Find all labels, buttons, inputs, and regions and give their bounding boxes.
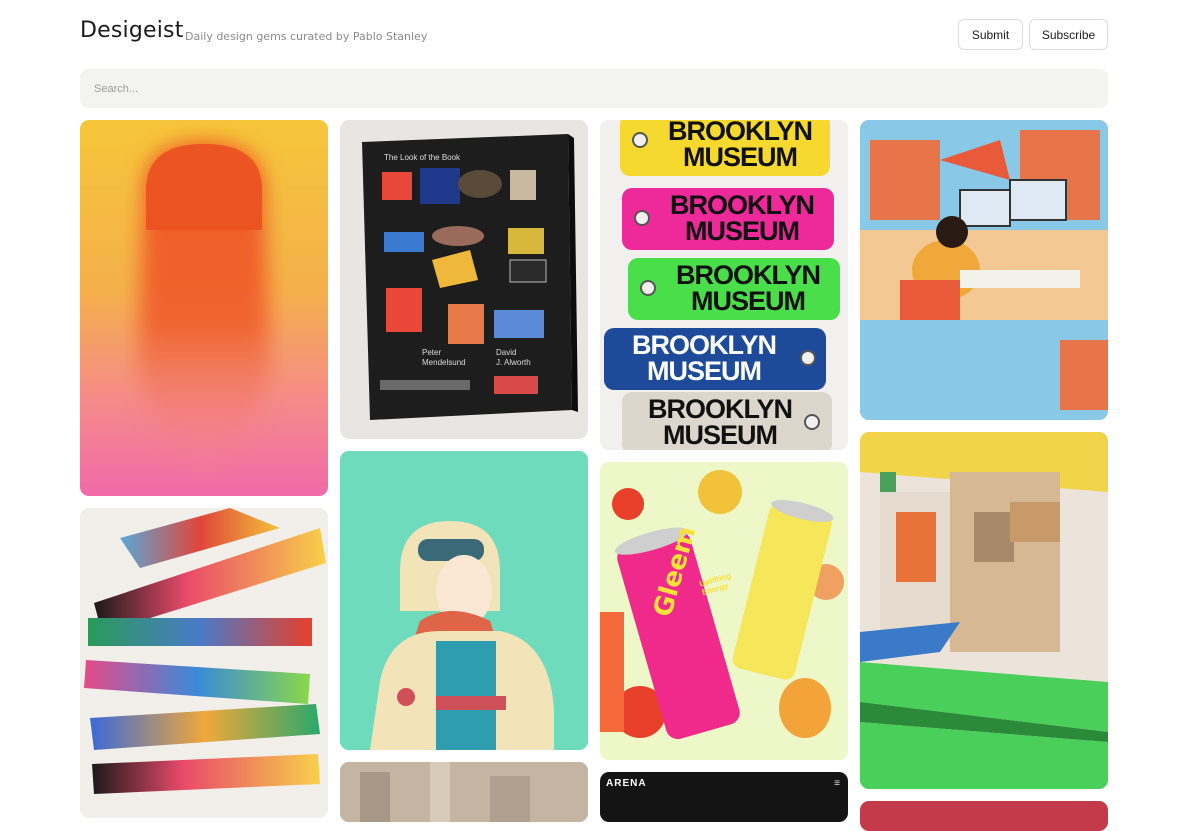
site-logo[interactable]: Desigeist xyxy=(80,18,184,43)
keychain-line-1: BROOKLYN xyxy=(675,260,821,290)
book-author-2: David J. Alworth xyxy=(496,348,531,367)
book-image xyxy=(362,134,578,420)
workstation-image xyxy=(860,120,1108,420)
gallery-card-aviator-girl[interactable] xyxy=(340,451,588,750)
energy-cans-image xyxy=(600,462,848,760)
gallery-card-workstation-illustration[interactable] xyxy=(860,120,1108,420)
keychain-line-1: BROOKLYN xyxy=(647,394,793,424)
site-tagline: Daily design gems curated by Pablo Stanl… xyxy=(185,30,428,43)
gallery-card-interior[interactable] xyxy=(860,432,1108,789)
gallery-card-gradient-sun[interactable] xyxy=(80,120,328,496)
submit-button[interactable]: Submit xyxy=(958,19,1023,50)
gallery-card-cafe[interactable] xyxy=(340,762,588,822)
keychain-green-text: BROOKLYN MUSEUM xyxy=(658,260,838,316)
search-input[interactable] xyxy=(92,81,1108,96)
gallery-card-brooklyn-keychains[interactable]: BROOKLYN MUSEUM BROOKLYN MUSEUM BROOKLYN… xyxy=(600,120,848,450)
keychain-yellow-text: BROOKLYN MUSEUM xyxy=(650,120,830,172)
keychain-line-1: BROOKLYN xyxy=(669,190,815,220)
site-header: Desigeist Daily design gems curated by P… xyxy=(80,18,1108,52)
keychain-line-2: MUSEUM xyxy=(663,420,778,450)
interior-image xyxy=(860,432,1108,789)
gallery-card-ribbons[interactable] xyxy=(80,508,328,818)
gallery-card-book[interactable]: The Look of the Book Peter Mendelsund Da… xyxy=(340,120,588,439)
keychain-line-1: BROOKLYN xyxy=(667,120,813,146)
keychain-blue-text: BROOKLYN MUSEUM xyxy=(614,330,794,386)
aviator-girl-image xyxy=(340,451,588,750)
keychain-line-2: MUSEUM xyxy=(683,142,798,172)
gradient-sun-image xyxy=(80,120,328,496)
gallery-card-energy-cans[interactable]: Gleem Uplifting Energy xyxy=(600,462,848,760)
gallery-card-arena[interactable]: ARENA ≡ xyxy=(600,772,848,822)
subscribe-button[interactable]: Subscribe xyxy=(1029,19,1108,50)
keychain-pink-text: BROOKLYN MUSEUM xyxy=(652,190,832,246)
book-author-1: Peter Mendelsund xyxy=(422,348,466,367)
search-bar[interactable] xyxy=(80,69,1108,108)
ribbons-image xyxy=(84,508,326,794)
keychain-line-2: MUSEUM xyxy=(685,216,800,246)
keychain-line-1: BROOKLYN xyxy=(631,330,777,360)
menu-icon[interactable]: ≡ xyxy=(834,778,840,789)
keychain-line-2: MUSEUM xyxy=(691,286,806,316)
keychain-beige-text: BROOKLYN MUSEUM xyxy=(630,394,810,450)
cafe-image xyxy=(340,762,588,822)
gallery-card-red-partial[interactable] xyxy=(860,801,1108,831)
keychain-line-2: MUSEUM xyxy=(647,356,762,386)
arena-logo: ARENA xyxy=(606,778,647,789)
book-title: The Look of the Book xyxy=(384,153,461,162)
